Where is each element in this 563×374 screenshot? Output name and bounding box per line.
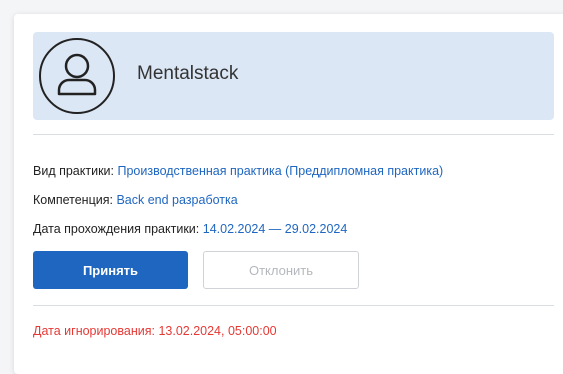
dates-label: Дата прохождения практики: <box>33 222 200 236</box>
reject-button[interactable]: Отклонить <box>203 251 359 289</box>
divider <box>33 305 554 306</box>
dates-row: Дата прохождения практики: 14.02.2024 — … <box>33 222 347 236</box>
competence-value: Back end разработка <box>116 193 238 207</box>
organization-header: Mentalstack <box>33 32 554 120</box>
practice-type-row: Вид практики: Производственная практика … <box>33 164 443 178</box>
dates-value: 14.02.2024 — 29.02.2024 <box>202 222 348 236</box>
avatar <box>39 38 115 114</box>
divider <box>33 134 554 135</box>
competence-row: Компетенция: Back end разработка <box>33 193 238 207</box>
user-icon <box>57 53 97 96</box>
practice-type-value: Производственная практика (Преддипломная… <box>117 164 444 178</box>
ignore-date: Дата игнорирования: 13.02.2024, 05:00:00 <box>33 324 277 338</box>
practice-type-label: Вид практики: <box>33 164 114 178</box>
accept-button[interactable]: Принять <box>33 251 188 289</box>
competence-label: Компетенция: <box>33 193 113 207</box>
request-card: Mentalstack Вид практики: Производственн… <box>14 14 563 374</box>
organization-name: Mentalstack <box>137 63 239 84</box>
